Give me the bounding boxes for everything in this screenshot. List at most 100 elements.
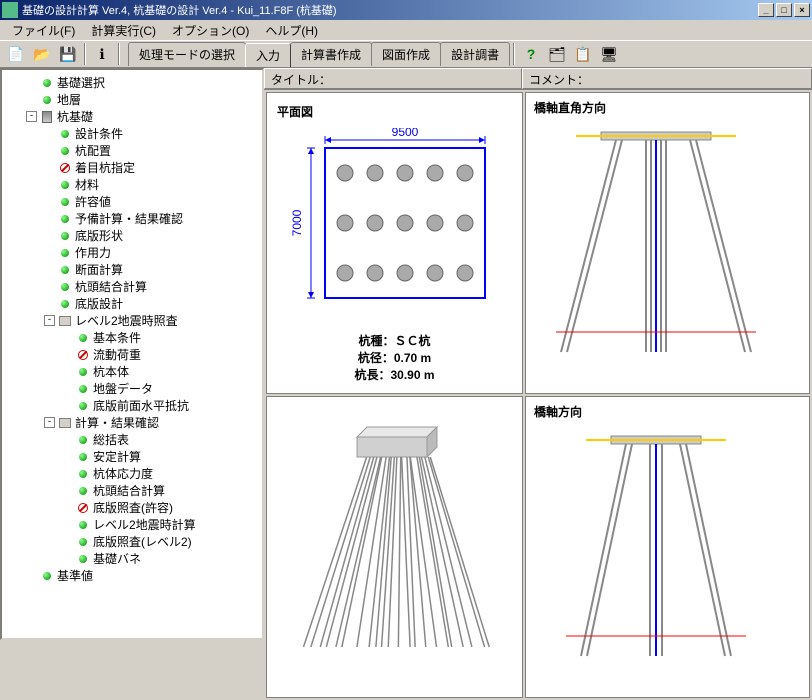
tree-item[interactable]: 作用力 xyxy=(6,244,258,261)
status-ok-icon xyxy=(59,264,71,276)
tree-toggle[interactable]: - xyxy=(44,315,55,326)
minimize-button[interactable]: _ xyxy=(758,3,774,17)
tree-item[interactable]: 安定計算 xyxy=(6,448,258,465)
tree-item[interactable]: 着目杭指定 xyxy=(6,159,258,176)
tree-item-label: 杭頭結合計算 xyxy=(93,482,165,499)
header-title: タイトル： xyxy=(264,68,522,89)
tree-item-label: 底版前面水平抵抗 xyxy=(93,397,189,414)
tab-input[interactable]: 入力 xyxy=(245,43,291,67)
axis-view-pane: 橋軸方向 xyxy=(525,396,810,698)
tree-toggle[interactable]: - xyxy=(44,417,55,428)
save-file-button[interactable]: 💾 xyxy=(56,42,80,66)
ortho-view-label: 橋軸直角方向 xyxy=(526,93,809,122)
tree-item[interactable]: 基礎バネ xyxy=(6,550,258,567)
tab-drawing[interactable]: 図面作成 xyxy=(371,42,441,66)
info-button[interactable]: ℹ xyxy=(90,42,114,66)
plan-view-label: 平面図 xyxy=(277,103,512,120)
menu-option[interactable]: オプション(O) xyxy=(164,20,257,40)
status-ok-icon xyxy=(59,179,71,191)
status-ok-icon xyxy=(59,230,71,242)
tree-item-label: 底版照査(レベル2) xyxy=(93,533,192,550)
tab-mode[interactable]: 処理モードの選択 xyxy=(128,42,246,66)
model-3d-pane xyxy=(266,396,523,698)
app-icon xyxy=(2,2,18,18)
menu-calc[interactable]: 計算実行(C) xyxy=(83,20,164,40)
tree-item[interactable]: 予備計算・結果確認 xyxy=(6,210,258,227)
tab-calcbook[interactable]: 計算書作成 xyxy=(290,42,372,66)
status-ok-icon xyxy=(77,451,89,463)
tree-sidebar[interactable]: 基礎選択地層-杭基礎設計条件杭配置着目杭指定材料許容値予備計算・結果確認底版形状… xyxy=(0,68,264,640)
new-file-button[interactable]: 📄 xyxy=(4,42,28,66)
status-disabled-icon xyxy=(77,349,89,361)
menu-help[interactable]: ヘルプ(H) xyxy=(257,20,326,40)
tree-item-label: 地層 xyxy=(57,91,81,108)
status-disabled-icon xyxy=(59,162,71,174)
tree-item[interactable]: 基本条件 xyxy=(6,329,258,346)
tree-item[interactable]: 底版照査(レベル2) xyxy=(6,533,258,550)
maximize-button[interactable]: □ xyxy=(776,3,792,17)
close-button[interactable]: × xyxy=(794,3,810,17)
tool-button-2[interactable]: 📋 xyxy=(571,42,595,66)
tree-item[interactable]: 総括表 xyxy=(6,431,258,448)
menu-file[interactable]: ファイル(F) xyxy=(4,20,83,40)
tree-item[interactable]: 地層 xyxy=(6,91,258,108)
tree-item[interactable]: 杭頭結合計算 xyxy=(6,482,258,499)
tree-item[interactable]: - レベル2地震時照査 xyxy=(6,312,258,329)
tree-item[interactable]: -杭基礎 xyxy=(6,108,258,125)
status-disabled-icon xyxy=(77,502,89,514)
tree-item-label: 基礎選択 xyxy=(57,74,105,91)
axis-diagram xyxy=(526,426,786,666)
tree-item[interactable]: 底版照査(許容) xyxy=(6,499,258,516)
tree-item[interactable]: レベル2地震時計算 xyxy=(6,516,258,533)
tree-item[interactable]: 基準値 xyxy=(6,567,258,584)
open-file-button[interactable]: 📂 xyxy=(30,42,54,66)
header-comment: コメント： xyxy=(522,68,812,89)
status-ok-icon xyxy=(77,468,89,480)
tree-item-label: 底版形状 xyxy=(75,227,123,244)
tree-item-label: 総括表 xyxy=(93,431,129,448)
svg-text:9500: 9500 xyxy=(391,128,418,139)
titlebar: 基礎の設計計算 Ver.4, 杭基礎の設計 Ver.4 - Kui_11.F8F… xyxy=(0,0,812,20)
tree-item[interactable]: 設計条件 xyxy=(6,125,258,142)
tree-item[interactable]: 底版設計 xyxy=(6,295,258,312)
tree-toggle[interactable]: - xyxy=(26,111,37,122)
tree-item[interactable]: 断面計算 xyxy=(6,261,258,278)
pile-icon xyxy=(41,111,53,123)
help-button[interactable]: ? xyxy=(519,42,543,66)
ortho-diagram xyxy=(526,122,786,362)
tree-item[interactable]: -計算・結果確認 xyxy=(6,414,258,431)
pile-info: 杭種：ＳＣ杭 杭径：0.70 m 杭長：30.90 m xyxy=(277,332,512,383)
tab-design[interactable]: 設計調書 xyxy=(440,42,510,66)
model-3d-diagram xyxy=(267,397,523,667)
tree-item-label: レベル2地震時照査 xyxy=(75,312,178,329)
tree-item[interactable]: 杭体応力度 xyxy=(6,465,258,482)
tree-item[interactable]: 杭頭結合計算 xyxy=(6,278,258,295)
tool-button-3[interactable]: 🖥 xyxy=(597,42,621,66)
tree-item[interactable]: 地盤データ xyxy=(6,380,258,397)
tree-item[interactable]: 底版形状 xyxy=(6,227,258,244)
tree-item[interactable]: 杭本体 xyxy=(6,363,258,380)
window-title: 基礎の設計計算 Ver.4, 杭基礎の設計 Ver.4 - Kui_11.F8F… xyxy=(22,2,758,18)
tree-item-label: 作用力 xyxy=(75,244,111,261)
tree-item[interactable]: 底版前面水平抵抗 xyxy=(6,397,258,414)
tree-item-label: 底版設計 xyxy=(75,295,123,312)
tree-item-label: 地盤データ xyxy=(93,380,153,397)
tree-item-label: 断面計算 xyxy=(75,261,123,278)
status-ok-icon xyxy=(77,536,89,548)
status-ok-icon xyxy=(77,485,89,497)
tree-item[interactable]: 材料 xyxy=(6,176,258,193)
tree-item[interactable]: 許容値 xyxy=(6,193,258,210)
tree-item[interactable]: 流動荷重 xyxy=(6,346,258,363)
tree-item-label: 許容値 xyxy=(75,193,111,210)
tree-item[interactable]: 基礎選択 xyxy=(6,74,258,91)
status-ok-icon xyxy=(59,298,71,310)
tree-item-label: 底版照査(許容) xyxy=(93,499,173,516)
status-ok-icon xyxy=(41,94,53,106)
tree-item-label: 杭配置 xyxy=(75,142,111,159)
tool-button-1[interactable]: 🗂 xyxy=(545,42,569,66)
tree-item-label: 基準値 xyxy=(57,567,93,584)
status-ok-icon xyxy=(59,145,71,157)
status-ok-icon xyxy=(77,434,89,446)
tree-item[interactable]: 杭配置 xyxy=(6,142,258,159)
status-ok-icon xyxy=(59,196,71,208)
